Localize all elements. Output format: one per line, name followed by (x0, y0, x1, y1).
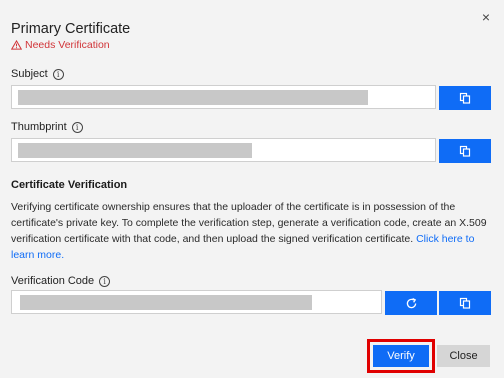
refresh-icon (406, 297, 416, 308)
copy-icon (459, 297, 471, 309)
info-icon[interactable]: i (99, 275, 111, 287)
redacted-value (18, 143, 252, 158)
subject-label-text: Subject (11, 68, 48, 80)
redacted-value (20, 295, 312, 310)
close-icon[interactable]: × (479, 10, 493, 24)
thumbprint-label-text: Thumbprint (11, 121, 67, 133)
verification-status: Needs Verification (11, 39, 110, 51)
panel-title: Primary Certificate (11, 21, 131, 37)
warning-icon (11, 40, 22, 50)
verify-button[interactable]: Verify (373, 345, 429, 367)
info-icon[interactable]: i (71, 121, 83, 133)
verification-description: Verifying certificate ownership ensures … (11, 199, 493, 263)
copy-icon (459, 92, 471, 104)
close-button[interactable]: Close (437, 345, 490, 367)
certificate-verification-heading: Certificate Verification (11, 179, 128, 191)
status-text: Needs Verification (25, 39, 110, 51)
thumbprint-copy-button[interactable] (439, 139, 491, 163)
copy-icon (459, 145, 471, 157)
subject-copy-button[interactable] (439, 86, 491, 110)
subject-field[interactable] (11, 85, 436, 109)
thumbprint-label: Thumbprint i (11, 121, 83, 133)
verification-code-label: Verification Code i (11, 275, 111, 287)
verification-code-copy-button[interactable] (439, 291, 491, 315)
primary-certificate-panel: × Primary Certificate Needs Verification… (0, 0, 504, 378)
verification-code-label-text: Verification Code (11, 275, 95, 287)
thumbprint-field[interactable] (11, 138, 436, 162)
subject-label: Subject i (11, 68, 64, 80)
verification-code-field[interactable] (11, 290, 382, 314)
redacted-value (18, 90, 368, 105)
generate-code-button[interactable] (385, 291, 437, 315)
info-icon[interactable]: i (52, 68, 64, 80)
